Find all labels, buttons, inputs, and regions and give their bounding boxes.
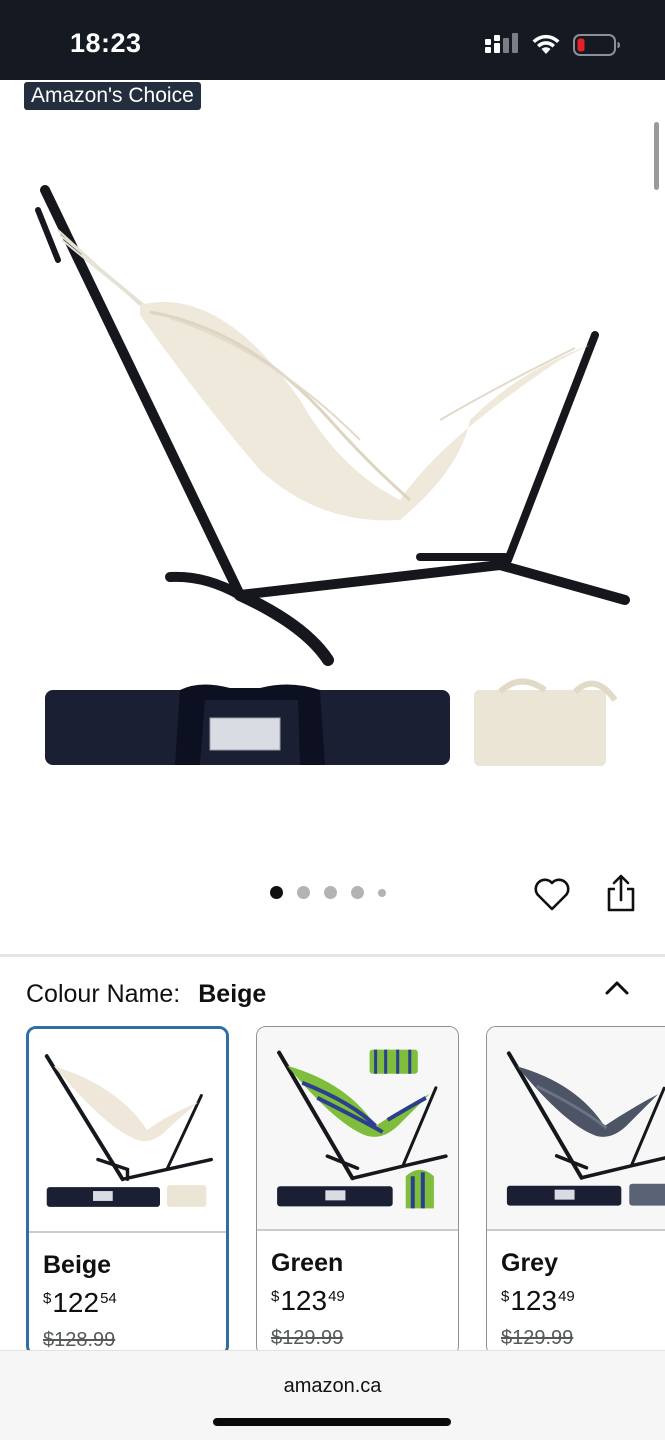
status-time: 18:23 bbox=[70, 28, 142, 58]
price-whole: 123 bbox=[510, 1285, 558, 1316]
carousel-dot[interactable] bbox=[297, 886, 310, 899]
swatch-name: Beige bbox=[43, 1251, 112, 1279]
swatch-divider bbox=[257, 1229, 458, 1231]
chevron-up-icon[interactable] bbox=[600, 972, 634, 1006]
url-field[interactable]: amazon.ca bbox=[0, 1375, 665, 1398]
swatch-price: $ 123 49 bbox=[271, 1285, 345, 1317]
colour-swatch-grey[interactable]: Grey $ 123 49 $129.99 bbox=[486, 1026, 665, 1356]
price-currency: $ bbox=[43, 1290, 52, 1307]
colour-selector-header: Colour Name: Beige bbox=[26, 980, 266, 1009]
amazons-choice-badge: Amazon's Choice bbox=[24, 82, 201, 110]
colour-swatch-green[interactable]: Green $ 123 49 $129.99 bbox=[256, 1026, 459, 1356]
carousel-dot[interactable] bbox=[270, 886, 283, 899]
pillow bbox=[474, 678, 618, 766]
price-cents: 54 bbox=[100, 1290, 117, 1307]
carousel-dot[interactable] bbox=[351, 886, 364, 899]
browser-bar: amazon.ca bbox=[0, 1350, 665, 1440]
price-cents: 49 bbox=[328, 1288, 345, 1305]
home-indicator[interactable] bbox=[213, 1418, 451, 1426]
swatch-divider bbox=[487, 1229, 665, 1231]
status-icons bbox=[485, 30, 621, 60]
colour-name-value: Beige bbox=[198, 980, 267, 1008]
swatch-name: Green bbox=[271, 1249, 344, 1277]
swatch-image bbox=[257, 1027, 458, 1229]
price-currency: $ bbox=[501, 1288, 510, 1305]
swatch-name: Grey bbox=[501, 1249, 558, 1277]
swatch-price: $ 123 49 bbox=[501, 1285, 575, 1317]
colour-name-label: Colour Name: bbox=[26, 980, 181, 1008]
battery-icon bbox=[573, 34, 620, 56]
carousel-dot[interactable] bbox=[378, 888, 386, 897]
carry-bag bbox=[45, 684, 450, 765]
heart-icon[interactable] bbox=[532, 874, 572, 914]
carousel-dots[interactable] bbox=[270, 886, 386, 899]
signal-icon bbox=[485, 33, 518, 53]
list-price: $129.99 bbox=[271, 1327, 344, 1349]
price-currency: $ bbox=[271, 1288, 280, 1305]
wifi-icon bbox=[532, 34, 560, 54]
swatch-image bbox=[29, 1029, 226, 1231]
price-cents: 49 bbox=[558, 1288, 575, 1305]
list-price: $128.99 bbox=[43, 1329, 116, 1351]
hammock-stand bbox=[35, 185, 630, 666]
section-divider bbox=[0, 954, 665, 957]
swatch-divider bbox=[29, 1231, 226, 1233]
carousel-dot[interactable] bbox=[324, 886, 337, 899]
swatch-price: $ 122 54 bbox=[43, 1287, 117, 1319]
product-image[interactable] bbox=[0, 112, 665, 862]
list-price: $129.99 bbox=[501, 1327, 574, 1349]
price-whole: 123 bbox=[280, 1285, 328, 1316]
status-bar: 18:23 bbox=[0, 0, 665, 80]
price-whole: 122 bbox=[52, 1287, 100, 1318]
colour-swatch-beige[interactable]: Beige $ 122 54 $128.99 bbox=[26, 1026, 229, 1356]
swatch-image bbox=[487, 1027, 665, 1229]
share-icon[interactable] bbox=[602, 872, 640, 914]
